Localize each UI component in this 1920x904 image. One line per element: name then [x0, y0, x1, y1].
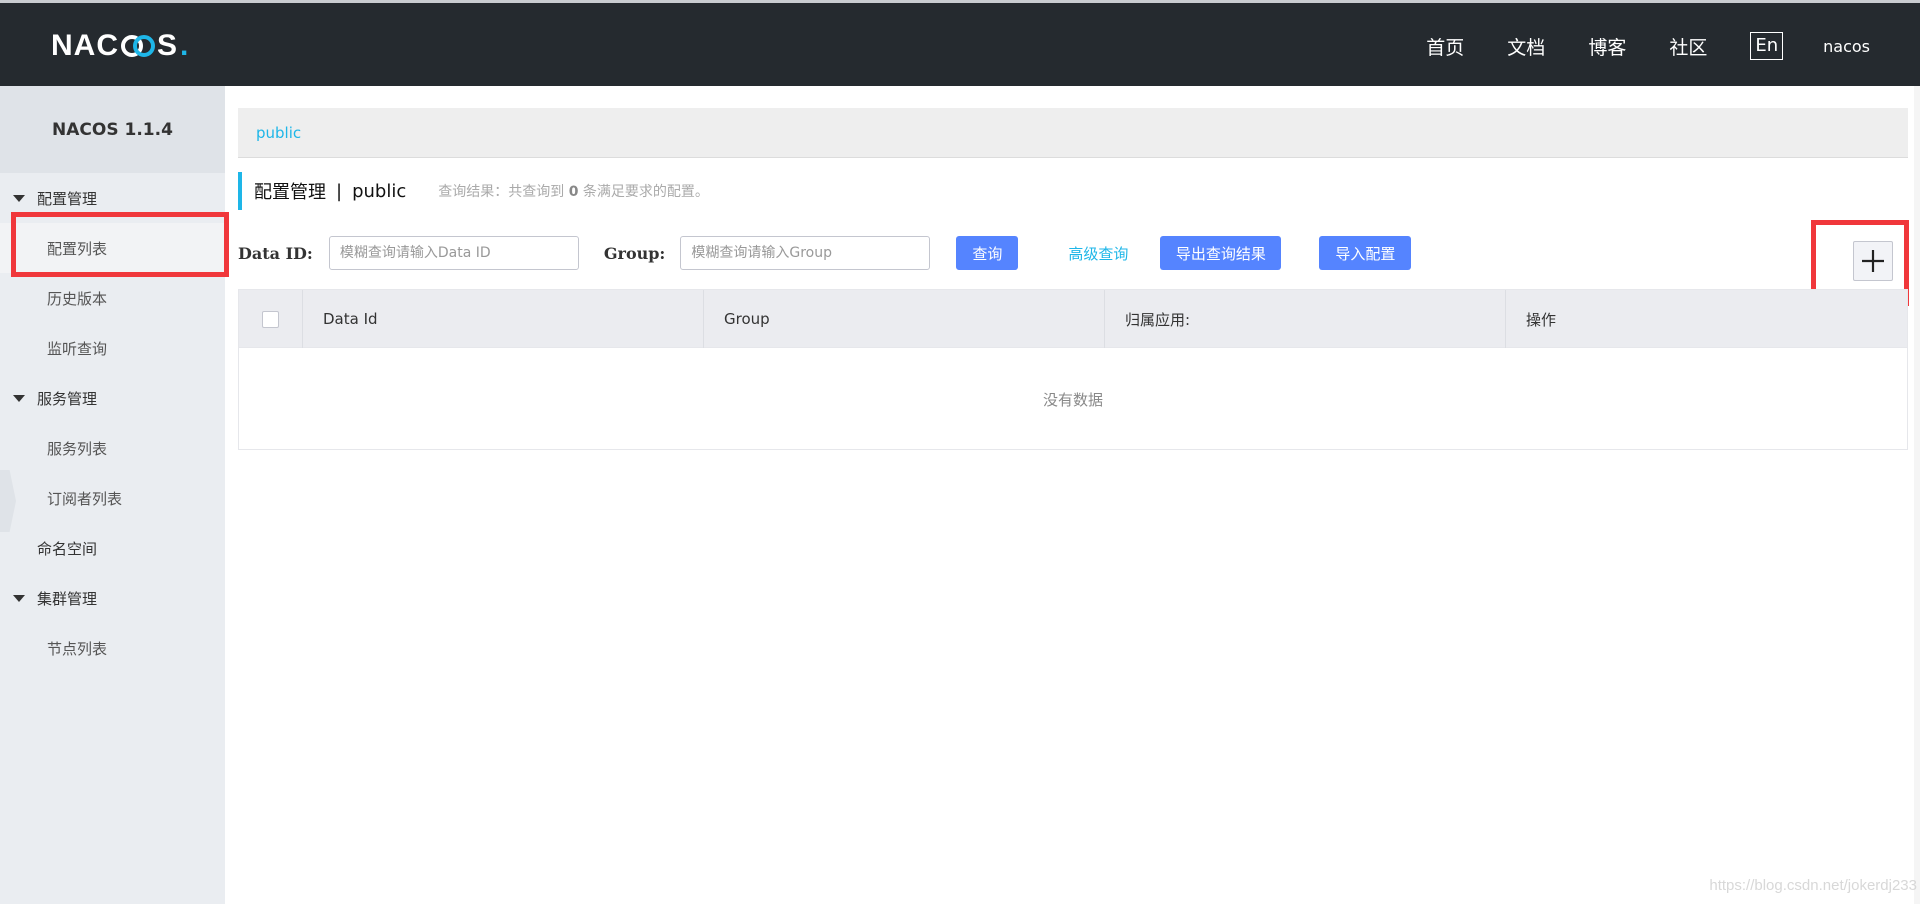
query-result-summary: 查询结果：共查询到 0 条满足要求的配置。 [438, 181, 709, 201]
nav-community[interactable]: 社区 [1669, 33, 1707, 60]
data-id-input[interactable] [328, 236, 579, 270]
namespace-link[interactable]: public [256, 124, 301, 142]
sidebar-item-history[interactable]: 历史版本 [0, 273, 225, 323]
page-title-namespace: public [352, 180, 407, 202]
group-input[interactable] [680, 236, 931, 270]
sidebar-item-subscriber-list[interactable]: 订阅者列表 [0, 473, 225, 523]
user-name[interactable]: nacos [1823, 37, 1870, 56]
advanced-query-link[interactable]: 高级查询 [1068, 243, 1128, 264]
sidebar-group-config[interactable]: 配置管理 [0, 173, 225, 223]
sidebar-item-config-list[interactable]: 配置列表 [0, 223, 225, 273]
table-empty: 没有数据 [239, 348, 1907, 450]
empty-text: 没有数据 [1042, 390, 1103, 409]
column-data-id: Data Id [302, 290, 703, 348]
sidebar-group-label: 集群管理 [37, 589, 98, 608]
sidebar-group-service[interactable]: 服务管理 [0, 373, 225, 423]
namespace-breadcrumb: public [238, 108, 1908, 158]
config-table: Data Id Group 归属应用: 操作 没有数据 [238, 289, 1908, 450]
caret-down-icon [13, 594, 25, 602]
nav-home[interactable]: 首页 [1426, 33, 1464, 60]
result-count: 0 [568, 184, 579, 200]
column-app: 归属应用: [1104, 290, 1505, 348]
select-all-cell [239, 290, 302, 348]
result-prefix: 查询结果：共查询到 [438, 184, 565, 200]
top-navbar: NAC S . 首页 文档 博客 社区 En nacos [0, 0, 1920, 86]
sidebar-item-node-list[interactable]: 节点列表 [0, 623, 225, 673]
group-label: Group: [603, 243, 666, 263]
watermark: https://blog.csdn.net/jokerdj233 [1709, 877, 1917, 894]
result-suffix: 条满足要求的配置。 [582, 184, 709, 200]
add-config-button[interactable] [1853, 241, 1893, 281]
sidebar-item-service-list[interactable]: 服务列表 [0, 423, 225, 473]
plus-icon [1862, 250, 1884, 272]
filter-bar: Data ID: Group: 查询 高级查询 导出查询结果 导入配置 [238, 235, 1412, 271]
page-title: 配置管理 | public 查询结果：共查询到 0 条满足要求的配置。 [238, 172, 709, 210]
logo-dot: . [180, 29, 190, 62]
page-title-main: 配置管理 [254, 182, 326, 203]
column-actions: 操作 [1505, 290, 1907, 348]
sidebar-group-label: 服务管理 [37, 389, 98, 408]
query-button[interactable]: 查询 [956, 236, 1019, 270]
table-header: Data Id Group 归属应用: 操作 [239, 290, 1907, 348]
top-nav-menu: 首页 文档 博客 社区 En nacos [1426, 3, 1920, 89]
nav-docs[interactable]: 文档 [1507, 33, 1545, 60]
caret-down-icon [13, 394, 25, 402]
caret-down-icon [13, 194, 25, 202]
sidebar-group-label: 配置管理 [37, 189, 98, 208]
select-all-checkbox[interactable] [262, 310, 279, 328]
page-scrollbar[interactable] [1914, 86, 1920, 904]
sidebar-item-listener-query[interactable]: 监听查询 [0, 323, 225, 373]
logo-rings-icon [121, 34, 155, 58]
nav-blog[interactable]: 博客 [1588, 33, 1626, 60]
nacos-logo[interactable]: NAC S . [51, 29, 190, 62]
sidebar-title: NACOS 1.1.4 [0, 86, 225, 173]
logo-text-main: NAC [51, 29, 119, 62]
export-results-button[interactable]: 导出查询结果 [1160, 236, 1282, 270]
sidebar-item-namespace[interactable]: 命名空间 [0, 523, 225, 573]
sidebar-group-cluster[interactable]: 集群管理 [0, 573, 225, 623]
sidebar: NACOS 1.1.4 配置管理 配置列表 历史版本 监听查询 服务管理 服务列… [0, 86, 225, 904]
import-config-button[interactable]: 导入配置 [1319, 236, 1412, 270]
column-group: Group [703, 290, 1104, 348]
logo-text-tail: S [157, 29, 179, 62]
data-id-label: Data ID: [238, 243, 313, 263]
language-toggle[interactable]: En [1750, 32, 1784, 60]
page-title-separator: | [336, 180, 343, 202]
